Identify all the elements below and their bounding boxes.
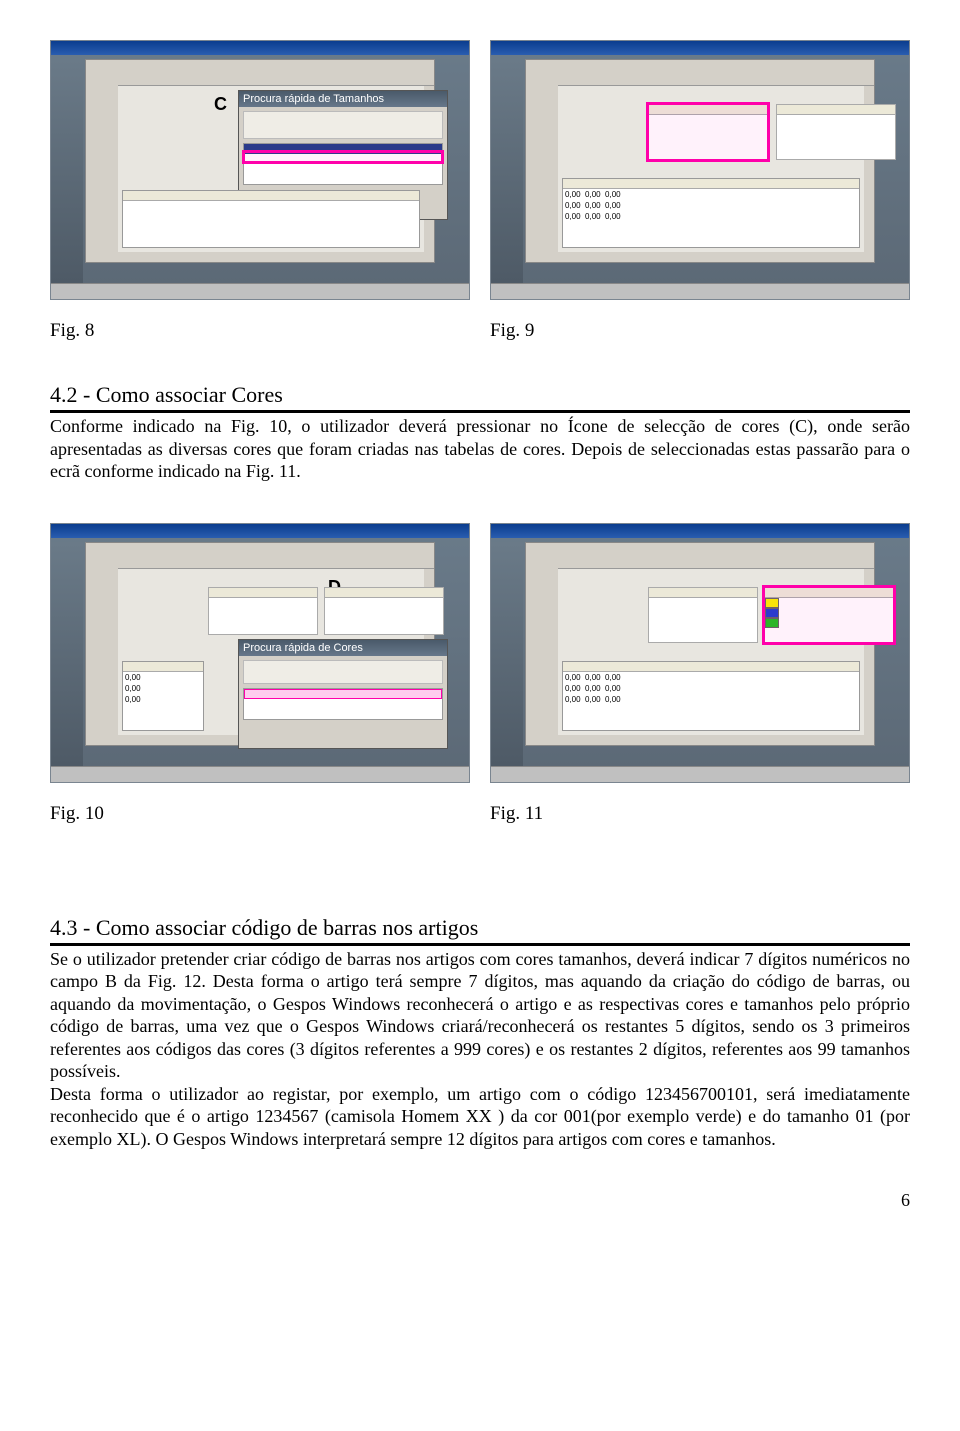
- annotation-letter-c: C: [214, 94, 227, 115]
- fig8-label: Fig. 8: [50, 320, 470, 342]
- colors-panel: [324, 587, 444, 635]
- sizes-panel: [208, 587, 318, 635]
- screenshot-fig8: C Procura rápida de Tamanhos: [50, 40, 470, 300]
- figure-9: 0,00 0,00 0,00 0,00 0,00 0,00 0,00 0,00 …: [490, 40, 910, 300]
- prices-table: 0,00 0,00 0,00: [122, 661, 204, 731]
- fig10-label: Fig. 10: [50, 803, 470, 825]
- prices-table: [122, 190, 420, 248]
- figure-row-2: D Procura rápida de Cores: [50, 523, 910, 783]
- highlight-selected-size: [242, 150, 444, 164]
- prices-table: 0,00 0,00 0,00 0,00 0,00 0,00 0,00 0,00 …: [562, 661, 860, 731]
- section-4-2-paragraph: Conforme indicado na Fig. 10, o utilizad…: [50, 415, 910, 483]
- figure-8: C Procura rápida de Tamanhos: [50, 40, 470, 300]
- section-4-3-paragraph: Se o utilizador pretender criar código d…: [50, 948, 910, 1151]
- section-4-2-title: 4.2 - Como associar Cores: [50, 382, 910, 413]
- sizes-panel: [648, 587, 758, 643]
- screenshot-fig10: D Procura rápida de Cores: [50, 523, 470, 783]
- dialog-title: Procura rápida de Tamanhos: [239, 91, 447, 107]
- screenshot-fig9: 0,00 0,00 0,00 0,00 0,00 0,00 0,00 0,00 …: [490, 40, 910, 300]
- figure-11: 0,00 0,00 0,00 0,00 0,00 0,00 0,00 0,00 …: [490, 523, 910, 783]
- page-number: 6: [50, 1190, 910, 1211]
- highlight-sizes-panel: [646, 102, 770, 162]
- screenshot-fig11: 0,00 0,00 0,00 0,00 0,00 0,00 0,00 0,00 …: [490, 523, 910, 783]
- search-dialog-colors: Procura rápida de Cores: [238, 639, 448, 749]
- colors-panel-empty: [776, 104, 896, 160]
- dialog-title: Procura rápida de Cores: [239, 640, 447, 656]
- figure-labels-row1: Fig. 8 Fig. 9: [50, 310, 910, 352]
- fig9-label: Fig. 9: [490, 320, 910, 342]
- fig11-label: Fig. 11: [490, 803, 910, 825]
- prices-table: 0,00 0,00 0,00 0,00 0,00 0,00 0,00 0,00 …: [562, 178, 860, 248]
- figure-row-1: C Procura rápida de Tamanhos: [50, 40, 910, 300]
- figure-10: D Procura rápida de Cores: [50, 523, 470, 783]
- section-4-3-title: 4.3 - Como associar código de barras nos…: [50, 915, 910, 946]
- highlight-colors-panel: [762, 585, 896, 645]
- figure-labels-row2: Fig. 10 Fig. 11: [50, 793, 910, 835]
